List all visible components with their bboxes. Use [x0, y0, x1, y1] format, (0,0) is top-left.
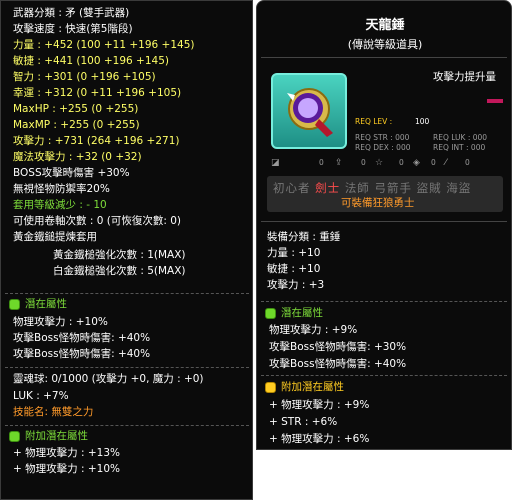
req-str: REQ STR : 000 [355, 133, 410, 142]
stat-line: 白金鐵槌強化次數 : 5(MAX) [53, 265, 186, 277]
stat-line: 黃金鐵鎚提煉套用 [13, 231, 97, 243]
bonus-potential-line: + 物理攻擊力 : +9% [269, 399, 370, 411]
stat-line: 力量 : +10 [267, 247, 321, 259]
stat-line: 敏捷 : +441 (100 +196 +145) [13, 55, 169, 67]
bonus-potential-title: 附加潛在屬性 [281, 381, 344, 393]
stat-line: MaxMP : +255 (0 +255) [13, 119, 140, 131]
potential-icon [9, 299, 20, 310]
stat-line: MaxHP : +255 (0 +255) [13, 103, 139, 115]
stat-line: 武器分類 : 矛 (雙手武器) [13, 7, 130, 19]
item-grade: (傳說等級道具) [347, 38, 423, 51]
usable-job-note: 可裝備狂狼勇士 [341, 197, 415, 209]
potential-title: 潛在屬性 [25, 298, 67, 310]
req-level-value: 100 [415, 117, 430, 126]
bonus-potential-icon [9, 431, 20, 442]
bonus-potential-line: + 物理攻擊力 : +6% [269, 433, 370, 445]
stat-line: 幸運 : +312 (0 +11 +196 +105) [13, 87, 182, 99]
equip-category: 裝備分類 : 重錘 [267, 231, 341, 243]
left-item-tooltip: 武器分類 : 矛 (雙手武器) 攻擊速度 : 快速(第5階段) 力量 : +452 … [0, 0, 253, 500]
req-luk: REQ LUK : 000 [433, 133, 488, 142]
potential-line: 物理攻擊力 : +9% [269, 324, 358, 336]
stat-line: 套用等級減少 : - 10 [13, 199, 107, 211]
stat-line: 魔法攻擊力 : +32 (0 +32) [13, 151, 142, 163]
stat-line: 敏捷 : +10 [267, 263, 321, 275]
bonus-potential-title: 附加潛在屬性 [25, 430, 88, 442]
bonus-potential-line: + 物理攻擊力 : +10% [13, 463, 120, 475]
attack-increase-label: 攻擊力提升量 [433, 71, 496, 83]
hammer-icon [287, 88, 333, 137]
stat-line: BOSS攻擊時傷害 +30% [13, 167, 130, 179]
stat-line: 攻擊速度 : 快速(第5階段) [13, 23, 133, 35]
stat-line: 無視怪物防禦率20% [13, 183, 110, 195]
job-5: 海盜 [446, 181, 472, 195]
job-2: 法師 [344, 181, 375, 195]
job-3: 弓箭手 [374, 181, 417, 195]
potential-icon [265, 308, 276, 319]
bonus-potential-line: + STR : +6% [269, 416, 338, 428]
item-icon-frame[interactable] [271, 73, 347, 149]
potential-title: 潛在屬性 [281, 307, 323, 319]
job-1: 劍士 [315, 181, 345, 195]
separator [261, 57, 507, 58]
stat-line: 力量 : +452 (100 +11 +196 +145) [13, 39, 195, 51]
hammer-slot-icon: ◪ [271, 158, 280, 168]
separator [5, 293, 249, 294]
item-name: 天龍錘 [365, 18, 405, 33]
stat-line: 智力 : +301 (0 +196 +105) [13, 71, 156, 83]
potential-line: 攻擊Boss怪物時傷害: +30% [269, 341, 407, 353]
shield-icon: ◈ [413, 158, 420, 168]
req-int: REQ INT : 000 [433, 143, 486, 152]
upgrade-icon: ⇪ [335, 158, 343, 168]
req-dex: REQ DEX : 000 [355, 143, 411, 152]
stat-line: 可使用卷軸次數 : 0 (可恢復次數: 0) [13, 215, 181, 227]
job-4: 盜賊 [416, 181, 447, 195]
potential-line: 攻擊Boss怪物時傷害: +40% [269, 358, 407, 370]
bonus-potential-line: + 物理攻擊力 : +13% [13, 447, 120, 459]
separator [261, 301, 507, 302]
req-level-label: REQ LEV : [355, 117, 393, 126]
potential-line: 物理攻擊力 : +10% [13, 316, 108, 328]
potential-line: 攻擊Boss怪物時傷害: +40% [13, 332, 151, 344]
separator [5, 425, 249, 426]
potential-line: 攻擊Boss怪物時傷害: +40% [13, 348, 151, 360]
bonus-potential-icon [265, 382, 276, 393]
soul-line: LUK : +7% [13, 390, 69, 402]
separator [261, 221, 507, 222]
separator [261, 375, 507, 376]
attack-increase-bar [487, 99, 503, 103]
sword-icon: ⁄ [445, 158, 447, 168]
stat-line: 攻擊力 : +731 (264 +196 +271) [13, 135, 180, 147]
job-0: 初心者 [273, 181, 316, 195]
stat-line: 攻擊力 : +3 [267, 279, 325, 291]
star-icon: ☆ [375, 158, 384, 168]
skill-name: 技能名: 無雙之力 [13, 406, 94, 418]
stat-line: 黃金鐵槌強化次數 : 1(MAX) [53, 249, 186, 261]
soul-line: 靈魂球: 0/1000 (攻擊力 +0, 魔力 : +0) [13, 373, 204, 385]
separator [5, 367, 249, 368]
right-item-tooltip: 天龍錘 (傳說等級道具) 攻擊力提升量 REQ LEV : 100 REQ ST… [256, 0, 512, 450]
